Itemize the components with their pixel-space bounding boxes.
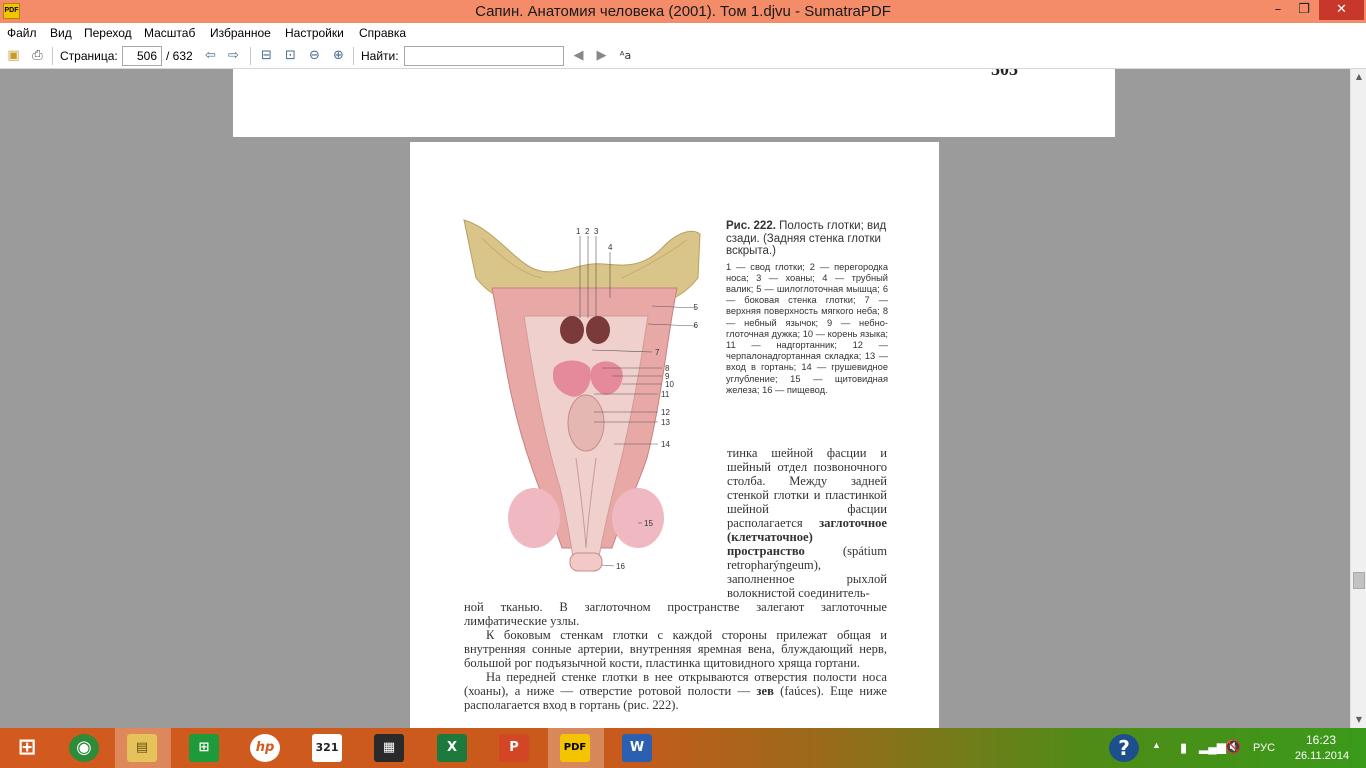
zoom-in-icon[interactable]: ⊕ (330, 47, 347, 64)
figure-label: 6 (694, 321, 699, 330)
figure-label: 4 (608, 243, 613, 252)
menu-favorites[interactable]: Избранное (210, 26, 271, 40)
window-title: Сапин. Анатомия человека (2001). Том 1.d… (475, 3, 891, 20)
toolbar-separator (52, 47, 53, 65)
figure-label: 10 (665, 380, 674, 389)
match-case-icon[interactable]: ᴬa (617, 47, 634, 64)
fit-width-icon[interactable]: ⊡ (282, 47, 299, 64)
figure-legend: 1 — свод глотки; 2 — перегородка носа; 3… (726, 261, 888, 395)
taskbar-hp[interactable]: hp (238, 728, 294, 768)
taskbar-321[interactable]: 321 (300, 728, 356, 768)
taskbar-app-tiles[interactable]: ▦ (362, 728, 418, 768)
hp-icon: hp (250, 734, 280, 762)
menu-settings[interactable]: Настройки (285, 26, 344, 40)
scroll-up-button[interactable]: ▲ (1351, 69, 1366, 85)
folder-icon: ▤ (127, 734, 157, 762)
powerpoint-icon: P (499, 734, 529, 762)
forward-icon[interactable]: ⇨ (225, 47, 242, 64)
maximize-button[interactable]: ❐ (1291, 0, 1317, 20)
toolbar-separator (250, 47, 251, 65)
page-number: 505 (991, 69, 1018, 79)
page-total: / 632 (166, 49, 193, 63)
figure-label: 3 (594, 227, 599, 236)
paragraph: К боковым стенкам глотки с каждой сторон… (464, 628, 887, 670)
tiles-icon: ▦ (374, 734, 404, 762)
body-text-full: ной тканью. В заглоточном пространстве з… (464, 600, 887, 712)
toolbar: ▣ ⎙ Страница: / 632 ⇦ ⇨ ⊟ ⊡ ⊖ ⊕ Найти: ◀… (0, 43, 1366, 69)
excel-icon: X (437, 734, 467, 762)
menu-bar: Файл Вид Переход Масштаб Избранное Настр… (0, 23, 1366, 43)
figure-number: Рис. 222. (726, 220, 776, 232)
figure-label: 2 (585, 227, 590, 236)
figure-label: 13 (661, 418, 670, 427)
find-next-icon[interactable]: ▶ (593, 47, 610, 64)
taskbar-explorer[interactable]: ▤ (115, 728, 171, 768)
taskbar-powerpoint[interactable]: P (487, 728, 543, 768)
document-canvas[interactable]: 505 1 2 3 4 5 6 7 8 9 10 11 12 13 14 15 … (0, 69, 1350, 728)
close-button[interactable]: ✕ (1319, 0, 1364, 20)
term-bold: зев (756, 684, 774, 698)
volume-muted-icon[interactable]: 🔇 (1225, 739, 1241, 768)
page-label: Страница: (60, 49, 118, 63)
find-input[interactable] (404, 46, 564, 66)
vertical-scrollbar[interactable]: ▲ ▼ (1350, 69, 1366, 728)
paragraph: ной тканью. В заглоточном пространстве з… (464, 600, 887, 628)
word-icon: W (622, 734, 652, 762)
menu-view[interactable]: Вид (50, 26, 72, 40)
menu-goto[interactable]: Переход (84, 26, 132, 40)
clock-date[interactable]: 26.11.2014 (1291, 750, 1353, 762)
figure-caption: Рис. 222. Полость глотки; вид сзади. (За… (726, 220, 888, 396)
figure-label: 5 (694, 303, 699, 312)
start-button[interactable]: ⊞ (0, 728, 56, 768)
windows-icon: ⊞ (17, 735, 37, 760)
figure-label: 15 (644, 519, 653, 528)
figure-label: 16 (616, 562, 625, 571)
fit-page-icon[interactable]: ⊟ (258, 47, 275, 64)
clock-time[interactable]: 16:23 (1306, 733, 1336, 747)
menu-zoom[interactable]: Масштаб (144, 26, 195, 40)
toolbar-separator (353, 47, 354, 65)
sumatrapdf-icon: PDF (560, 734, 590, 762)
figure-label: 7 (655, 348, 660, 357)
title-bar: PDF Сапин. Анатомия человека (2001). Том… (0, 0, 1366, 23)
body-text-column: тинка шейной фасции и шейный отдел позво… (727, 446, 887, 600)
chrome-icon: ◉ (69, 734, 99, 762)
back-icon[interactable]: ⇦ (202, 47, 219, 64)
language-indicator[interactable]: РУС (1253, 742, 1275, 768)
figure-label: 11 (661, 390, 670, 399)
find-prev-icon[interactable]: ◀ (570, 47, 587, 64)
taskbar-word[interactable]: W (610, 728, 666, 768)
taskbar-chrome[interactable]: ◉ (57, 728, 113, 768)
scroll-down-button[interactable]: ▼ (1351, 712, 1366, 728)
current-page: 1 2 3 4 5 6 7 8 9 10 11 12 13 14 15 16 Р… (410, 142, 939, 728)
figure-label: 12 (661, 408, 670, 417)
media-player-icon: 321 (312, 734, 342, 762)
taskbar: ⊞ ◉ ▤ ⊞ hp 321 ▦ X P PDF W ? ▲ ▮ ▂▄▆ 🔇 Р… (0, 728, 1366, 768)
print-icon[interactable]: ⎙ (29, 47, 46, 64)
taskbar-store[interactable]: ⊞ (177, 728, 233, 768)
taskbar-excel[interactable]: X (425, 728, 481, 768)
taskbar-sumatrapdf[interactable]: PDF (548, 728, 604, 768)
help-icon[interactable]: ? (1109, 734, 1139, 762)
battery-icon[interactable]: ▮ (1180, 740, 1187, 768)
find-label: Найти: (361, 49, 399, 63)
previous-page: 505 (233, 69, 1115, 137)
store-icon: ⊞ (189, 734, 219, 762)
menu-file[interactable]: Файл (7, 26, 37, 40)
minimize-button[interactable]: – (1265, 0, 1291, 20)
paragraph: На передней стенке глотки в нее открываю… (464, 670, 887, 712)
page-number-input[interactable] (122, 46, 162, 66)
network-icon[interactable]: ▂▄▆ (1199, 740, 1226, 768)
zoom-out-icon[interactable]: ⊖ (306, 47, 323, 64)
pharynx-illustration: 1 2 3 4 5 6 7 8 9 10 11 12 13 14 15 16 (463, 219, 701, 572)
tray-expand-icon[interactable]: ▲ (1152, 740, 1161, 768)
open-icon[interactable]: ▣ (5, 47, 22, 64)
scroll-thumb[interactable] (1353, 572, 1365, 589)
figure-label: 14 (661, 440, 670, 449)
figure-label: 1 (576, 227, 581, 236)
menu-help[interactable]: Справка (359, 26, 406, 40)
